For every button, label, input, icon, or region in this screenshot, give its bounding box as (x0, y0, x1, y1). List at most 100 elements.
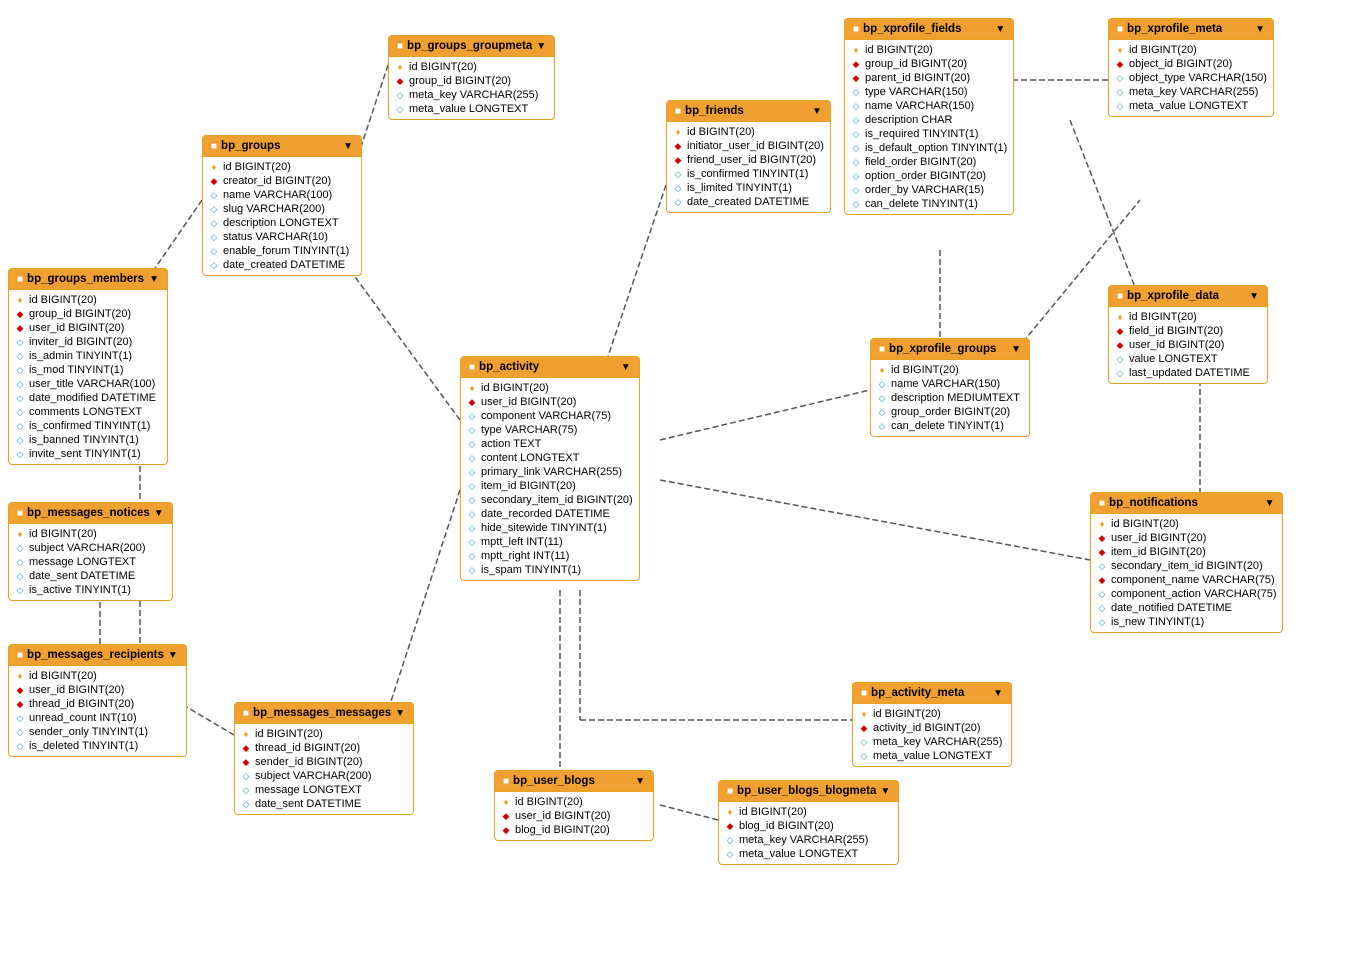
diamond-icon: ◇ (15, 543, 25, 553)
field-row: ◆activity_id BIGINT(20) (853, 721, 1011, 735)
field-text: object_id BIGINT(20) (1129, 58, 1232, 70)
field-text: last_updated DATETIME (1129, 367, 1250, 379)
field-row: ◇invite_sent TINYINT(1) (9, 447, 167, 461)
field-row: ◇secondary_item_id BIGINT(20) (461, 493, 639, 507)
field-row: ◇is_confirmed TINYINT(1) (667, 167, 830, 181)
table-header-bp_messages_notices: ■bp_messages_notices▼ (9, 503, 172, 524)
diamond-icon: ◇ (241, 799, 251, 809)
field-text: id BIGINT(20) (891, 364, 959, 376)
table-icon-bp_notifications: ■ (1099, 498, 1105, 509)
diamond-icon: ◇ (673, 197, 683, 207)
field-text: message LONGTEXT (29, 556, 136, 568)
field-text: initiator_user_id BIGINT(20) (687, 140, 824, 152)
table-body-bp_groups_groupmeta: ♦id BIGINT(20)◆group_id BIGINT(20)◇meta_… (389, 57, 554, 119)
diamond-icon: ◇ (859, 751, 869, 761)
field-text: date_sent DATETIME (29, 570, 135, 582)
field-text: option_order BIGINT(20) (865, 170, 986, 182)
diamond-icon: ◇ (395, 90, 405, 100)
field-row: ◆group_id BIGINT(20) (9, 307, 167, 321)
field-row: ◇meta_value LONGTEXT (1109, 99, 1273, 113)
field-row: ◆item_id BIGINT(20) (1091, 545, 1282, 559)
table-body-bp_messages_recipients: ♦id BIGINT(20)◆user_id BIGINT(20)◆thread… (9, 666, 186, 756)
field-row: ◇component_action VARCHAR(75) (1091, 587, 1282, 601)
field-text: sender_id BIGINT(20) (255, 756, 363, 768)
diamond-icon: ◇ (209, 232, 219, 242)
field-text: comments LONGTEXT (29, 406, 142, 418)
field-row: ◇date_sent DATETIME (9, 569, 172, 583)
table-icon-bp_activity: ■ (469, 362, 475, 373)
table-bp_xprofile_data: ■bp_xprofile_data▼♦id BIGINT(20)◆field_i… (1108, 285, 1268, 384)
fk-icon: ◆ (673, 155, 683, 165)
field-text: content LONGTEXT (481, 452, 579, 464)
field-row: ◆user_id BIGINT(20) (495, 809, 653, 823)
field-row: ◇type VARCHAR(150) (845, 85, 1013, 99)
field-row: ◇description MEDIUMTEXT (871, 391, 1029, 405)
fk-icon: ◆ (1097, 533, 1107, 543)
diamond-icon: ◇ (467, 537, 477, 547)
field-text: group_id BIGINT(20) (865, 58, 967, 70)
table-label-bp_activity_meta: bp_activity_meta (871, 687, 964, 699)
field-text: item_id BIGINT(20) (481, 480, 576, 492)
field-row: ◇meta_key VARCHAR(255) (1109, 85, 1273, 99)
field-row: ◇is_required TINYINT(1) (845, 127, 1013, 141)
table-header-bp_groups: ■bp_groups▼ (203, 136, 361, 157)
table-header-bp_xprofile_meta: ■bp_xprofile_meta▼ (1109, 19, 1273, 40)
field-text: description LONGTEXT (223, 217, 339, 229)
field-row: ◆user_id BIGINT(20) (461, 395, 639, 409)
table-header-bp_friends: ■bp_friends▼ (667, 101, 830, 122)
field-row: ◇is_mod TINYINT(1) (9, 363, 167, 377)
fk-icon: ◆ (15, 309, 25, 319)
diamond-icon: ◇ (209, 204, 219, 214)
field-row: ◇field_order BIGINT(20) (845, 155, 1013, 169)
table-label-bp_activity: bp_activity (479, 361, 539, 373)
field-text: meta_value LONGTEXT (409, 103, 528, 115)
field-row: ◆sender_id BIGINT(20) (235, 755, 413, 769)
diamond-icon: ◇ (1115, 87, 1125, 97)
diamond-icon: ◇ (1097, 617, 1107, 627)
table-arrow-bp_user_blogs_blogmeta: ▼ (880, 786, 890, 797)
field-row: ◇group_order BIGINT(20) (871, 405, 1029, 419)
field-text: can_delete TINYINT(1) (891, 420, 1004, 432)
fk-icon: ◆ (467, 397, 477, 407)
table-arrow-bp_xprofile_data: ▼ (1249, 291, 1259, 302)
table-arrow-bp_activity: ▼ (621, 362, 631, 373)
field-text: id BIGINT(20) (687, 126, 755, 138)
field-row: ♦id BIGINT(20) (235, 727, 413, 741)
table-bp_groups_members: ■bp_groups_members▼♦id BIGINT(20)◆group_… (8, 268, 168, 465)
field-row: ◇slug VARCHAR(200) (203, 202, 361, 216)
table-arrow-bp_messages_messages: ▼ (395, 708, 405, 719)
field-text: id BIGINT(20) (29, 294, 97, 306)
field-row: ◇ meta_key VARCHAR(255) (389, 88, 554, 102)
field-text: meta_key VARCHAR(255) (409, 89, 538, 101)
field-row: ♦id BIGINT(20) (9, 293, 167, 307)
field-row: ◇date_modified DATETIME (9, 391, 167, 405)
field-text: action TEXT (481, 438, 541, 450)
table-label-bp_groups_members: bp_groups_members (27, 273, 144, 285)
field-row: ◇inviter_id BIGINT(20) (9, 335, 167, 349)
field-row: ◇meta_value LONGTEXT (853, 749, 1011, 763)
fk-icon: ◆ (859, 723, 869, 733)
table-arrow-bp_groups_groupmeta: ▼ (536, 41, 546, 52)
field-text: meta_key VARCHAR(255) (873, 736, 1002, 748)
field-row: ◇meta_key VARCHAR(255) (853, 735, 1011, 749)
key-icon: ♦ (1115, 45, 1125, 55)
field-text: group_id BIGINT(20) (409, 75, 511, 87)
diamond-icon: ◇ (851, 87, 861, 97)
field-text: is_active TINYINT(1) (29, 584, 131, 596)
table-header-bp_xprofile_groups: ■bp_xprofile_groups▼ (871, 339, 1029, 360)
table-body-bp_xprofile_fields: ♦id BIGINT(20)◆group_id BIGINT(20)◆paren… (845, 40, 1013, 214)
field-text: date_modified DATETIME (29, 392, 156, 404)
field-row: ◇option_order BIGINT(20) (845, 169, 1013, 183)
diamond-icon: ◇ (725, 849, 735, 859)
diamond-icon: ◇ (209, 260, 219, 270)
table-header-bp_activity: ■ bp_activity ▼ (461, 357, 639, 378)
table-bp_groups_groupmeta: ■bp_groups_groupmeta▼♦id BIGINT(20)◆grou… (388, 35, 555, 120)
table-icon-bp_friends: ■ (675, 106, 681, 117)
diamond-icon: ◇ (1115, 368, 1125, 378)
table-arrow-bp_user_blogs: ▼ (635, 776, 645, 787)
field-row: ◆user_id BIGINT(20) (9, 683, 186, 697)
diamond-icon: ◇ (467, 411, 477, 421)
field-row: ◇meta_value LONGTEXT (719, 847, 898, 861)
fk-icon: ◆ (725, 821, 735, 831)
field-text: friend_user_id BIGINT(20) (687, 154, 816, 166)
